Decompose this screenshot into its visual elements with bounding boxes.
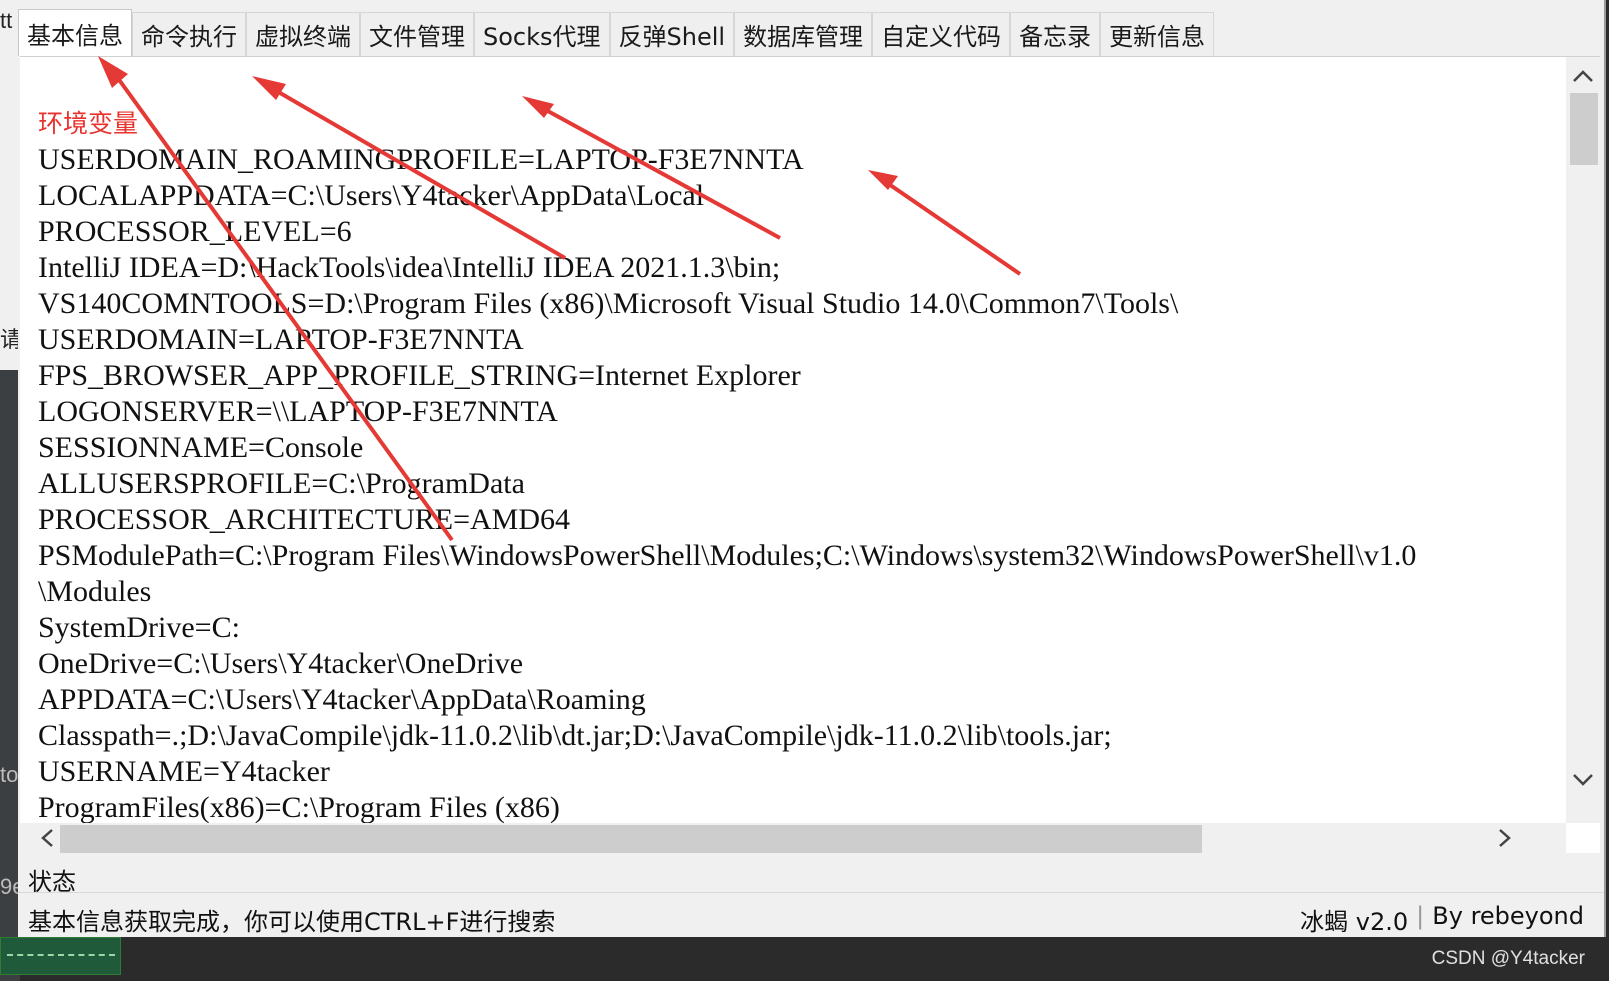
env-line: PSModulePath=C:\Program Files\WindowsPow…: [38, 539, 1417, 572]
info-content-area[interactable]: 环境变量 USERDOMAIN_ROAMINGPROFILE=LAPTOP-F3…: [20, 56, 1600, 853]
behinder-window: 基本信息 命令执行 虚拟终端 文件管理 Socks代理 反弹Shell 数据库管…: [18, 0, 1606, 937]
env-line: LOGONSERVER=\\LAPTOP-F3E7NNTA: [38, 395, 558, 428]
status-separator: |: [1416, 902, 1425, 930]
background-text-fragment: tt: [0, 8, 13, 33]
watermark: CSDN @Y4tacker: [1431, 948, 1585, 969]
background-green-panel: [0, 937, 121, 975]
env-line: Classpath=.;D:\JavaCompile\jdk-11.0.2\li…: [38, 719, 1112, 752]
env-line: LOCALAPPDATA=C:\Users\Y4tacker\AppData\L…: [38, 179, 705, 212]
env-line: VS140COMNTOOLS=D:\Program Files (x86)\Mi…: [38, 287, 1179, 320]
status-message: 基本信息获取完成，你可以使用CTRL+F进行搜索: [28, 908, 556, 936]
scroll-left-icon[interactable]: [30, 823, 64, 853]
background-text-fragment: to: [0, 762, 19, 787]
env-line: ProgramFiles(x86)=C:\Program Files (x86): [38, 791, 560, 824]
env-line: FPS_BROWSER_APP_PROFILE_STRING=Internet …: [38, 359, 801, 392]
vertical-scroll-thumb[interactable]: [1570, 93, 1598, 165]
tab-socks-proxy[interactable]: Socks代理: [474, 12, 610, 56]
app-version: 冰蝎 v2.0: [1300, 908, 1409, 936]
tab-bar: 基本信息 命令执行 虚拟终端 文件管理 Socks代理 反弹Shell 数据库管…: [18, 9, 1215, 56]
tab-database-manager[interactable]: 数据库管理: [734, 12, 873, 56]
horizontal-scroll-thumb[interactable]: [60, 825, 1202, 853]
tab-virtual-terminal[interactable]: 虚拟终端: [246, 12, 360, 56]
horizontal-scrollbar[interactable]: [20, 823, 1566, 853]
tab-update-info[interactable]: 更新信息: [1100, 12, 1215, 56]
env-line: USERDOMAIN=LAPTOP-F3E7NNTA: [38, 323, 524, 356]
env-line: PROCESSOR_LEVEL=6: [38, 215, 352, 248]
tab-reverse-shell[interactable]: 反弹Shell: [609, 12, 735, 56]
env-line: IntelliJ IDEA=D:\HackTools\idea\IntelliJ…: [38, 251, 781, 284]
env-line: USERDOMAIN_ROAMINGPROFILE=LAPTOP-F3E7NNT…: [38, 143, 804, 176]
tab-file-manager[interactable]: 文件管理: [360, 12, 474, 56]
env-line: SESSIONNAME=Console: [38, 431, 364, 464]
env-line: ALLUSERSPROFILE=C:\ProgramData: [38, 467, 525, 500]
tab-custom-code[interactable]: 自定义代码: [872, 12, 1011, 56]
vertical-scrollbar[interactable]: [1566, 57, 1600, 823]
env-line: APPDATA=C:\Users\Y4tacker\AppData\Roamin…: [38, 683, 646, 716]
tab-command-exec[interactable]: 命令执行: [132, 12, 246, 56]
env-line: SystemDrive=C:: [38, 611, 240, 644]
env-line: \Modules: [38, 575, 152, 608]
env-line: PROCESSOR_ARCHITECTURE=AMD64: [38, 503, 570, 536]
tab-basic-info[interactable]: 基本信息: [18, 9, 132, 56]
env-line: OneDrive=C:\Users\Y4tacker\OneDrive: [38, 647, 524, 680]
section-title: 环境变量: [38, 109, 139, 138]
status-bar: 基本信息获取完成，你可以使用CTRL+F进行搜索 冰蝎 v2.0 | By re…: [18, 892, 1604, 937]
scroll-up-icon[interactable]: [1566, 59, 1600, 93]
app-author: By rebeyond: [1432, 902, 1584, 930]
tab-memo[interactable]: 备忘录: [1010, 12, 1101, 56]
scroll-down-icon[interactable]: [1566, 763, 1600, 797]
scroll-right-icon[interactable]: [1488, 823, 1522, 853]
env-line: USERNAME=Y4tacker: [38, 755, 330, 788]
env-variable-list: 环境变量 USERDOMAIN_ROAMINGPROFILE=LAPTOP-F3…: [38, 106, 1538, 826]
background-ide-light-strip: [0, 0, 20, 370]
status-version-info: 冰蝎 v2.0 | By rebeyond: [1300, 902, 1584, 937]
